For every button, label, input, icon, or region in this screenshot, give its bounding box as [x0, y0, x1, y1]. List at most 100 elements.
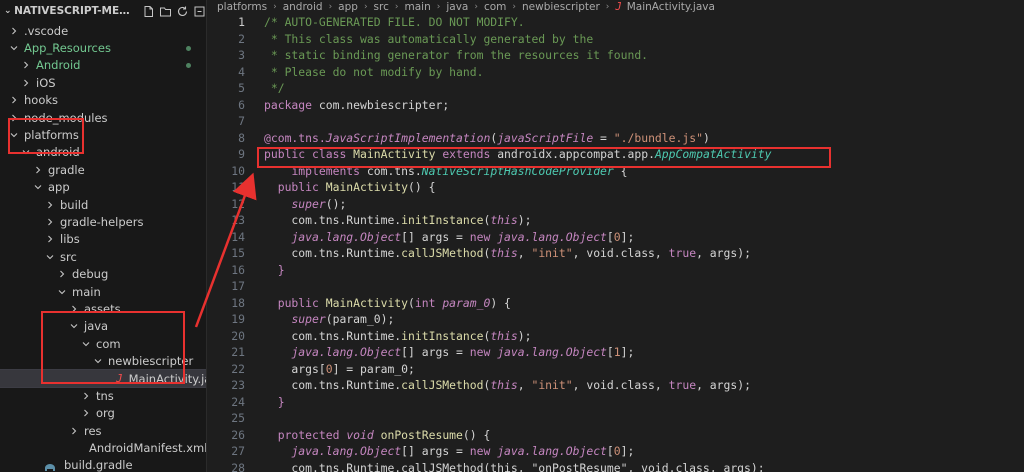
tree-item[interactable]: AndroidManifest.xml	[0, 439, 206, 456]
code-token: @com.tns.	[264, 130, 326, 145]
code-line[interactable]: 27 java.lang.Object[] args = new java.la…	[207, 443, 1024, 460]
chevron-right-icon	[68, 305, 80, 313]
code-token: java.lang.Object	[291, 229, 402, 244]
code-text: * static binding generator from the reso…	[264, 48, 648, 62]
tree-item[interactable]: node_modules	[0, 109, 206, 126]
code-line[interactable]: 24 }	[207, 394, 1024, 411]
java-file-icon: J	[615, 1, 622, 13]
breadcrumb-item[interactable]: app	[338, 1, 358, 13]
tree-item[interactable]: build.gradle	[0, 457, 206, 472]
tree-item[interactable]: .vscode	[0, 22, 206, 39]
code-token: =	[593, 130, 614, 145]
code-line[interactable]: 16 }	[207, 262, 1024, 279]
breadcrumb-item[interactable]: newbiescripter	[522, 1, 600, 13]
tree-item[interactable]: platforms	[0, 126, 206, 143]
code-token: com.tns.Runtime.callJSMethod(this, "onPo…	[264, 460, 765, 472]
code-line[interactable]: 17	[207, 278, 1024, 295]
code-text: package com.newbiescripter;	[264, 98, 449, 112]
code-line[interactable]: 3 * static binding generator from the re…	[207, 47, 1024, 64]
tree-item-label: main	[72, 284, 101, 299]
line-number: 13	[231, 213, 245, 228]
collapse-all-icon[interactable]	[193, 5, 206, 18]
tree-item[interactable]: assets	[0, 300, 206, 317]
code-line[interactable]: 18 public MainActivity(int param_0) {	[207, 295, 1024, 312]
code-line[interactable]: 23 com.tns.Runtime.callJSMethod(this, "i…	[207, 377, 1024, 394]
breadcrumb-file[interactable]: MainActivity.java	[627, 1, 715, 13]
new-folder-icon[interactable]	[159, 5, 172, 18]
breadcrumb-item[interactable]: platforms	[217, 1, 267, 13]
code-line[interactable]: 7	[207, 113, 1024, 130]
line-number: 11	[231, 180, 245, 195]
code-token: javaScriptFile	[497, 130, 594, 145]
code-text: * Please do not modify by hand.	[264, 65, 484, 79]
tree-item[interactable]: java	[0, 318, 206, 335]
code-line[interactable]: 4 * Please do not modify by hand.	[207, 64, 1024, 81]
code-line[interactable]: 19 super(param_0);	[207, 311, 1024, 328]
tree-item[interactable]: com	[0, 335, 206, 352]
tree-item[interactable]: libs	[0, 231, 206, 248]
line-number: 12	[231, 196, 245, 211]
tree-item[interactable]: org	[0, 405, 206, 422]
tree-item[interactable]: gradle	[0, 161, 206, 178]
code-line[interactable]: 6 package com.newbiescripter;	[207, 97, 1024, 114]
tree-item[interactable]: android	[0, 144, 206, 161]
tree-item[interactable]: newbiescripter	[0, 352, 206, 369]
code-token: ] = param_0;	[332, 361, 415, 376]
code-token: java.lang.Object	[497, 345, 607, 360]
refresh-icon[interactable]	[176, 5, 189, 18]
code-line[interactable]: 10 implements com.tns.NativeScriptHashCo…	[207, 163, 1024, 180]
tree-item[interactable]: J MainActivity.java	[0, 368, 206, 389]
tree-item-label: tns	[96, 388, 114, 403]
code-line[interactable]: 25	[207, 410, 1024, 427]
tree-item[interactable]: res	[0, 422, 206, 439]
code-line[interactable]: 20 com.tns.Runtime.initInstance(this);	[207, 328, 1024, 345]
workspace-title[interactable]: NATIVESCRIPT-META-I...	[14, 5, 132, 17]
code-line[interactable]: 28 com.tns.Runtime.callJSMethod(this, "o…	[207, 460, 1024, 472]
chevron-right-icon	[20, 79, 32, 87]
code-line[interactable]: 12 super();	[207, 196, 1024, 213]
code-line[interactable]: 15 com.tns.Runtime.callJSMethod(this, "i…	[207, 245, 1024, 262]
tree-item[interactable]: src	[0, 248, 206, 265]
tree-item[interactable]: iOS	[0, 74, 206, 91]
chevron-down-icon[interactable]: ⌄	[4, 6, 14, 16]
breadcrumb-item[interactable]: com	[484, 1, 506, 13]
chevron-down-icon	[44, 253, 56, 261]
code-line[interactable]: 26 protected void onPostResume() {	[207, 427, 1024, 444]
code-line[interactable]: 14 java.lang.Object[] args = new java.la…	[207, 229, 1024, 246]
breadcrumb-item[interactable]: android	[283, 1, 323, 13]
breadcrumb-item[interactable]: java	[446, 1, 468, 13]
code-line[interactable]: 5 */	[207, 80, 1024, 97]
code-line[interactable]: 2 * This class was automatically generat…	[207, 31, 1024, 48]
tree-item-label: build.gradle	[64, 458, 133, 472]
tree-item[interactable]: debug	[0, 265, 206, 282]
tree-item-label: java	[84, 319, 109, 334]
breadcrumb-item[interactable]: src	[374, 1, 389, 13]
code-line[interactable]: 9 public class MainActivity extends andro…	[207, 146, 1024, 163]
line-number: 10	[231, 163, 245, 178]
code-token: 0	[613, 444, 621, 459]
code-line[interactable]: 13 com.tns.Runtime.initInstance(this);	[207, 212, 1024, 229]
code-token: [	[606, 444, 614, 459]
tree-item[interactable]: build	[0, 196, 206, 213]
code-area[interactable]: 1 /* AUTO-GENERATED FILE. DO NOT MODIFY. 2…	[207, 14, 1024, 472]
tree-item[interactable]: tns	[0, 387, 206, 404]
tree-item[interactable]: app	[0, 179, 206, 196]
code-line[interactable]: 1 /* AUTO-GENERATED FILE. DO NOT MODIFY.	[207, 14, 1024, 31]
code-line[interactable]: 8 @com.tns.JavaScriptImplementation(javaS…	[207, 130, 1024, 147]
tree-item[interactable]: hooks	[0, 92, 206, 109]
tree-item[interactable]: main	[0, 283, 206, 300]
tree-item[interactable]: App_Resources	[0, 39, 206, 56]
new-file-icon[interactable]	[142, 5, 155, 18]
code-line[interactable]: 11 public MainActivity() {	[207, 179, 1024, 196]
gradle-elephant-icon	[44, 461, 56, 472]
code-token: new	[469, 229, 491, 244]
code-text: implements com.tns.NativeScriptHashCodeP…	[264, 164, 627, 178]
breadcrumb-item[interactable]: main	[405, 1, 431, 13]
code-line[interactable]: 22 args[0] = param_0;	[207, 361, 1024, 378]
tree-item[interactable]: Android	[0, 57, 206, 74]
code-text: public class MainActivity extends androi…	[264, 147, 772, 161]
code-line[interactable]: 21 java.lang.Object[] args = new java.la…	[207, 344, 1024, 361]
tree-item[interactable]: gradle-helpers	[0, 213, 206, 230]
